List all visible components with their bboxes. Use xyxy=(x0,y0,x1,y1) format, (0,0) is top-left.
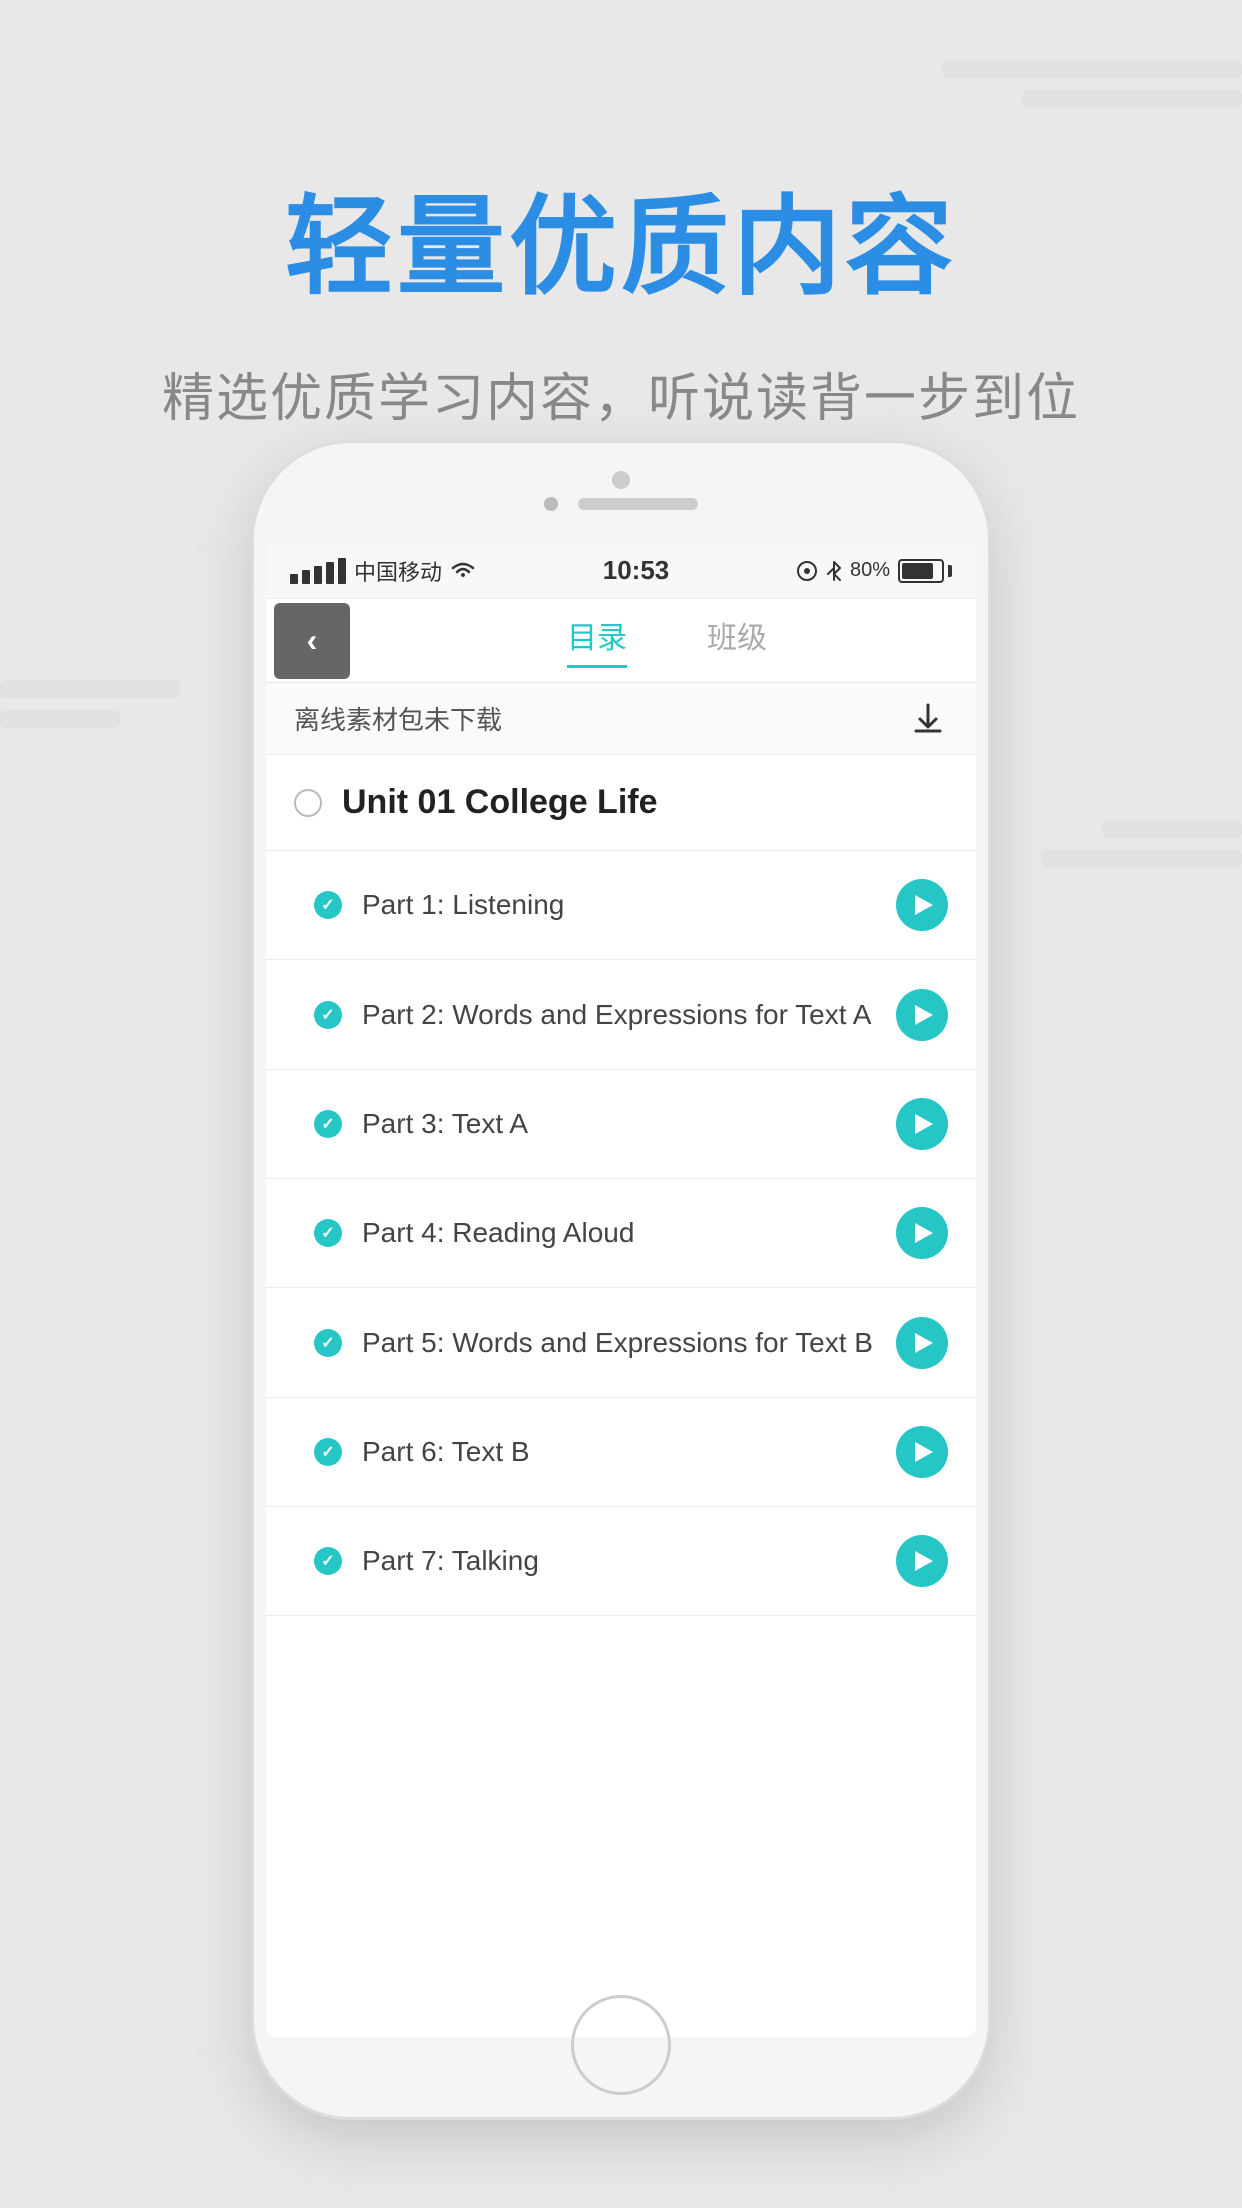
play-icon xyxy=(915,1223,933,1243)
check-icon: ✓ xyxy=(314,1110,342,1138)
play-button[interactable] xyxy=(896,1207,948,1259)
home-button[interactable] xyxy=(571,1995,671,2095)
battery-percent: 80% xyxy=(850,559,890,582)
tab-class[interactable]: 班级 xyxy=(707,613,767,668)
part-name: Part 1: Listening xyxy=(362,885,876,924)
checkmark: ✓ xyxy=(321,1005,334,1025)
part-item[interactable]: ✓ Part 5: Words and Expressions for Text… xyxy=(266,1288,976,1398)
phone-speaker xyxy=(578,498,698,510)
phone-top-bar xyxy=(544,471,698,511)
unit-title: Unit 01 College Life xyxy=(342,783,658,822)
part-item[interactable]: ✓ Part 3: Text A xyxy=(266,1070,976,1179)
sub-title: 精选优质学习内容，听说读背一步到位 xyxy=(0,356,1242,431)
nav-tabs: 目录 班级 xyxy=(358,613,976,668)
status-right: 80% xyxy=(796,559,952,583)
part-item[interactable]: ✓ Part 2: Words and Expressions for Text… xyxy=(266,960,976,1070)
check-icon: ✓ xyxy=(314,891,342,919)
content-list: Unit 01 College Life ✓ Part 1: Listening… xyxy=(266,755,976,1616)
phone-mockup: 中国移动 10:53 xyxy=(251,440,991,2120)
battery-icon xyxy=(898,559,952,583)
checkmark: ✓ xyxy=(321,1442,334,1462)
phone-camera xyxy=(612,471,630,489)
status-bar: 中国移动 10:53 xyxy=(266,543,976,599)
check-icon: ✓ xyxy=(314,1219,342,1247)
part-name: Part 7: Talking xyxy=(362,1541,876,1580)
play-button[interactable] xyxy=(896,1098,948,1150)
check-icon: ✓ xyxy=(314,1438,342,1466)
check-icon: ✓ xyxy=(314,1329,342,1357)
play-button[interactable] xyxy=(896,1535,948,1587)
carrier-name: 中国移动 xyxy=(354,555,442,587)
status-left: 中国移动 xyxy=(290,555,476,587)
wifi-icon xyxy=(450,561,476,581)
nav-bar: ‹ 目录 班级 xyxy=(266,599,976,683)
part-name: Part 3: Text A xyxy=(362,1104,876,1143)
part-item[interactable]: ✓ Part 4: Reading Aloud xyxy=(266,1179,976,1288)
status-time: 10:53 xyxy=(603,555,670,586)
play-icon xyxy=(915,895,933,915)
part-name: Part 2: Words and Expressions for Text A xyxy=(362,995,876,1034)
bluetooth-icon xyxy=(826,560,842,582)
download-icon[interactable] xyxy=(908,699,948,739)
play-icon xyxy=(915,1551,933,1571)
unit-circle-icon xyxy=(294,789,322,817)
back-button[interactable]: ‹ xyxy=(274,603,350,679)
part-name: Part 5: Words and Expressions for Text B xyxy=(362,1323,876,1362)
tab-catalog[interactable]: 目录 xyxy=(567,613,627,668)
part-name: Part 6: Text B xyxy=(362,1432,876,1471)
checkmark: ✓ xyxy=(321,1114,334,1134)
phone-shell: 中国移动 10:53 xyxy=(251,440,991,2120)
part-name: Part 4: Reading Aloud xyxy=(362,1213,876,1252)
part-item[interactable]: ✓ Part 1: Listening xyxy=(266,851,976,960)
check-icon: ✓ xyxy=(314,1547,342,1575)
check-icon: ✓ xyxy=(314,1001,342,1029)
checkmark: ✓ xyxy=(321,895,334,915)
play-icon xyxy=(915,1005,933,1025)
signal-icon xyxy=(290,558,346,584)
play-icon xyxy=(915,1333,933,1353)
back-arrow-icon: ‹ xyxy=(307,622,318,659)
play-button[interactable] xyxy=(896,879,948,931)
unit-header: Unit 01 College Life xyxy=(266,755,976,851)
download-text: 离线素材包未下载 xyxy=(294,700,502,737)
play-button[interactable] xyxy=(896,989,948,1041)
part-item[interactable]: ✓ Part 6: Text B xyxy=(266,1398,976,1507)
gps-icon xyxy=(796,560,818,582)
play-icon xyxy=(915,1442,933,1462)
download-bar: 离线素材包未下载 xyxy=(266,683,976,755)
part-item[interactable]: ✓ Part 7: Talking xyxy=(266,1507,976,1616)
main-title: 轻量优质内容 xyxy=(0,160,1242,316)
phone-screen: 中国移动 10:53 xyxy=(266,543,976,2037)
phone-dot xyxy=(544,497,558,511)
play-button[interactable] xyxy=(896,1317,948,1369)
play-icon xyxy=(915,1114,933,1134)
play-button[interactable] xyxy=(896,1426,948,1478)
checkmark: ✓ xyxy=(321,1223,334,1243)
checkmark: ✓ xyxy=(321,1333,334,1353)
checkmark: ✓ xyxy=(321,1551,334,1571)
